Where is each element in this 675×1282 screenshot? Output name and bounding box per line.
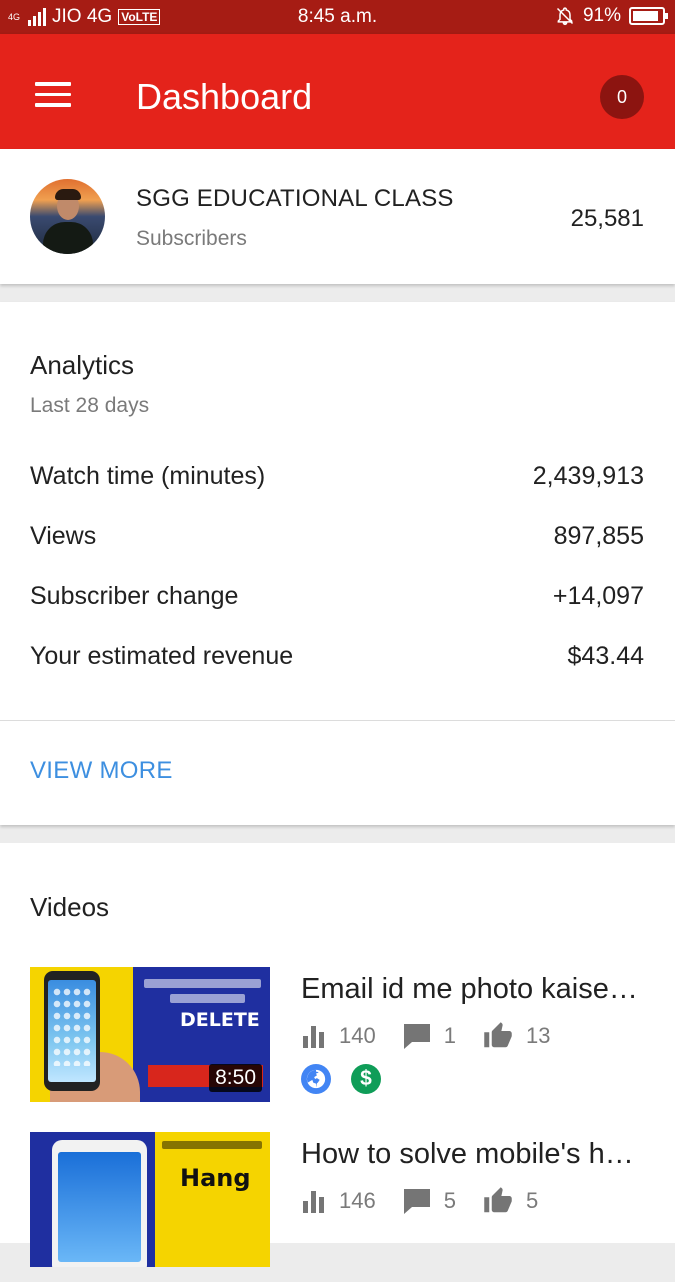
bar-chart-icon [303, 1191, 324, 1213]
subscribers-label: Subscribers [136, 227, 247, 250]
thumbs-up-icon [484, 1022, 512, 1048]
analytics-heading: Analytics [30, 350, 135, 380]
channel-name: SGG EDUCATIONAL CLASS [136, 185, 454, 212]
metric-subscriber-change: Subscriber change +14,097 [30, 582, 644, 622]
metric-label: Views [30, 522, 97, 550]
comment-icon [403, 1024, 430, 1049]
channel-avatar[interactable] [30, 179, 105, 254]
metric-revenue: Your estimated revenue $43.44 [30, 642, 644, 682]
comment-icon [403, 1189, 430, 1214]
view-more-button[interactable]: VIEW MORE [30, 757, 173, 785]
likes-count: 5 [525, 1188, 539, 1213]
video-stats: 146 5 5 [301, 1186, 564, 1216]
status-right: 91% [555, 5, 668, 27]
status-bar: 4G JIO 4G VoLTE 8:45 a.m. 91% [0, 0, 675, 34]
video-duration: 8:50 [209, 1064, 262, 1092]
metric-value: 2,439,913 [532, 462, 644, 490]
videos-heading: Videos [30, 892, 110, 922]
analytics-card: Analytics Last 28 days Watch time (minut… [0, 302, 675, 825]
video-flags: $ [301, 1064, 381, 1094]
channel-card[interactable]: SGG EDUCATIONAL CLASS Subscribers 25,581 [0, 149, 675, 284]
likes-count: 13 [525, 1023, 551, 1048]
metric-value: +14,097 [552, 582, 644, 610]
thumbs-up-icon [484, 1187, 512, 1213]
views-count: 146 [339, 1188, 376, 1213]
comments-stat: 5 [402, 1187, 456, 1215]
video-item[interactable]: Hang How to solve mobile's hang problem … [0, 1132, 675, 1282]
monetization-dollar-icon: $ [351, 1064, 381, 1094]
views-count: 140 [339, 1023, 376, 1048]
video-thumbnail[interactable]: DELETE 8:50 [30, 967, 270, 1102]
battery-percent: 91% [582, 5, 621, 26]
likes-stat: 5 [482, 1186, 538, 1216]
metric-label: Your estimated revenue [30, 642, 294, 670]
notifications-muted-icon [556, 7, 573, 26]
metric-watch-time: Watch time (minutes) 2,439,913 [30, 462, 644, 502]
divider [0, 720, 675, 721]
likes-stat: 13 [482, 1021, 550, 1051]
subscribers-count: 25,581 [570, 205, 644, 232]
metric-views: Views 897,855 [30, 522, 644, 562]
metric-label: Watch time (minutes) [30, 462, 266, 490]
views-stat: 140 [301, 1023, 376, 1049]
metric-value: $43.44 [567, 642, 644, 670]
battery-level-fill [633, 11, 658, 21]
notification-badge[interactable]: 0 [600, 75, 644, 119]
videos-card: Videos DELETE 8:50 Email id me photo kai… [0, 843, 675, 1267]
bar-chart-icon [303, 1026, 324, 1048]
analytics-period: Last 28 days [30, 394, 150, 417]
video-stats: 140 1 13 [301, 1021, 576, 1051]
comments-count: 1 [443, 1023, 456, 1048]
battery-icon [629, 7, 668, 25]
video-title[interactable]: How to solve mobile's hang problem [301, 1138, 645, 1171]
comments-count: 5 [443, 1188, 456, 1213]
thumbnail-text: Hang [180, 1164, 251, 1192]
app-bar: Dashboard 0 [0, 34, 675, 149]
metric-label: Subscriber change [30, 582, 239, 610]
thumbnail-text: DELETE [180, 1009, 260, 1031]
video-title[interactable]: Email id me photo kaise delete kare [301, 973, 645, 1006]
menu-icon[interactable] [35, 82, 71, 107]
video-item[interactable]: DELETE 8:50 Email id me photo kaise dele… [0, 967, 675, 1117]
comments-stat: 1 [402, 1022, 456, 1050]
views-stat: 146 [301, 1188, 376, 1214]
metric-value: 897,855 [553, 522, 644, 550]
page-title: Dashboard [136, 76, 313, 117]
public-globe-icon [301, 1064, 331, 1094]
